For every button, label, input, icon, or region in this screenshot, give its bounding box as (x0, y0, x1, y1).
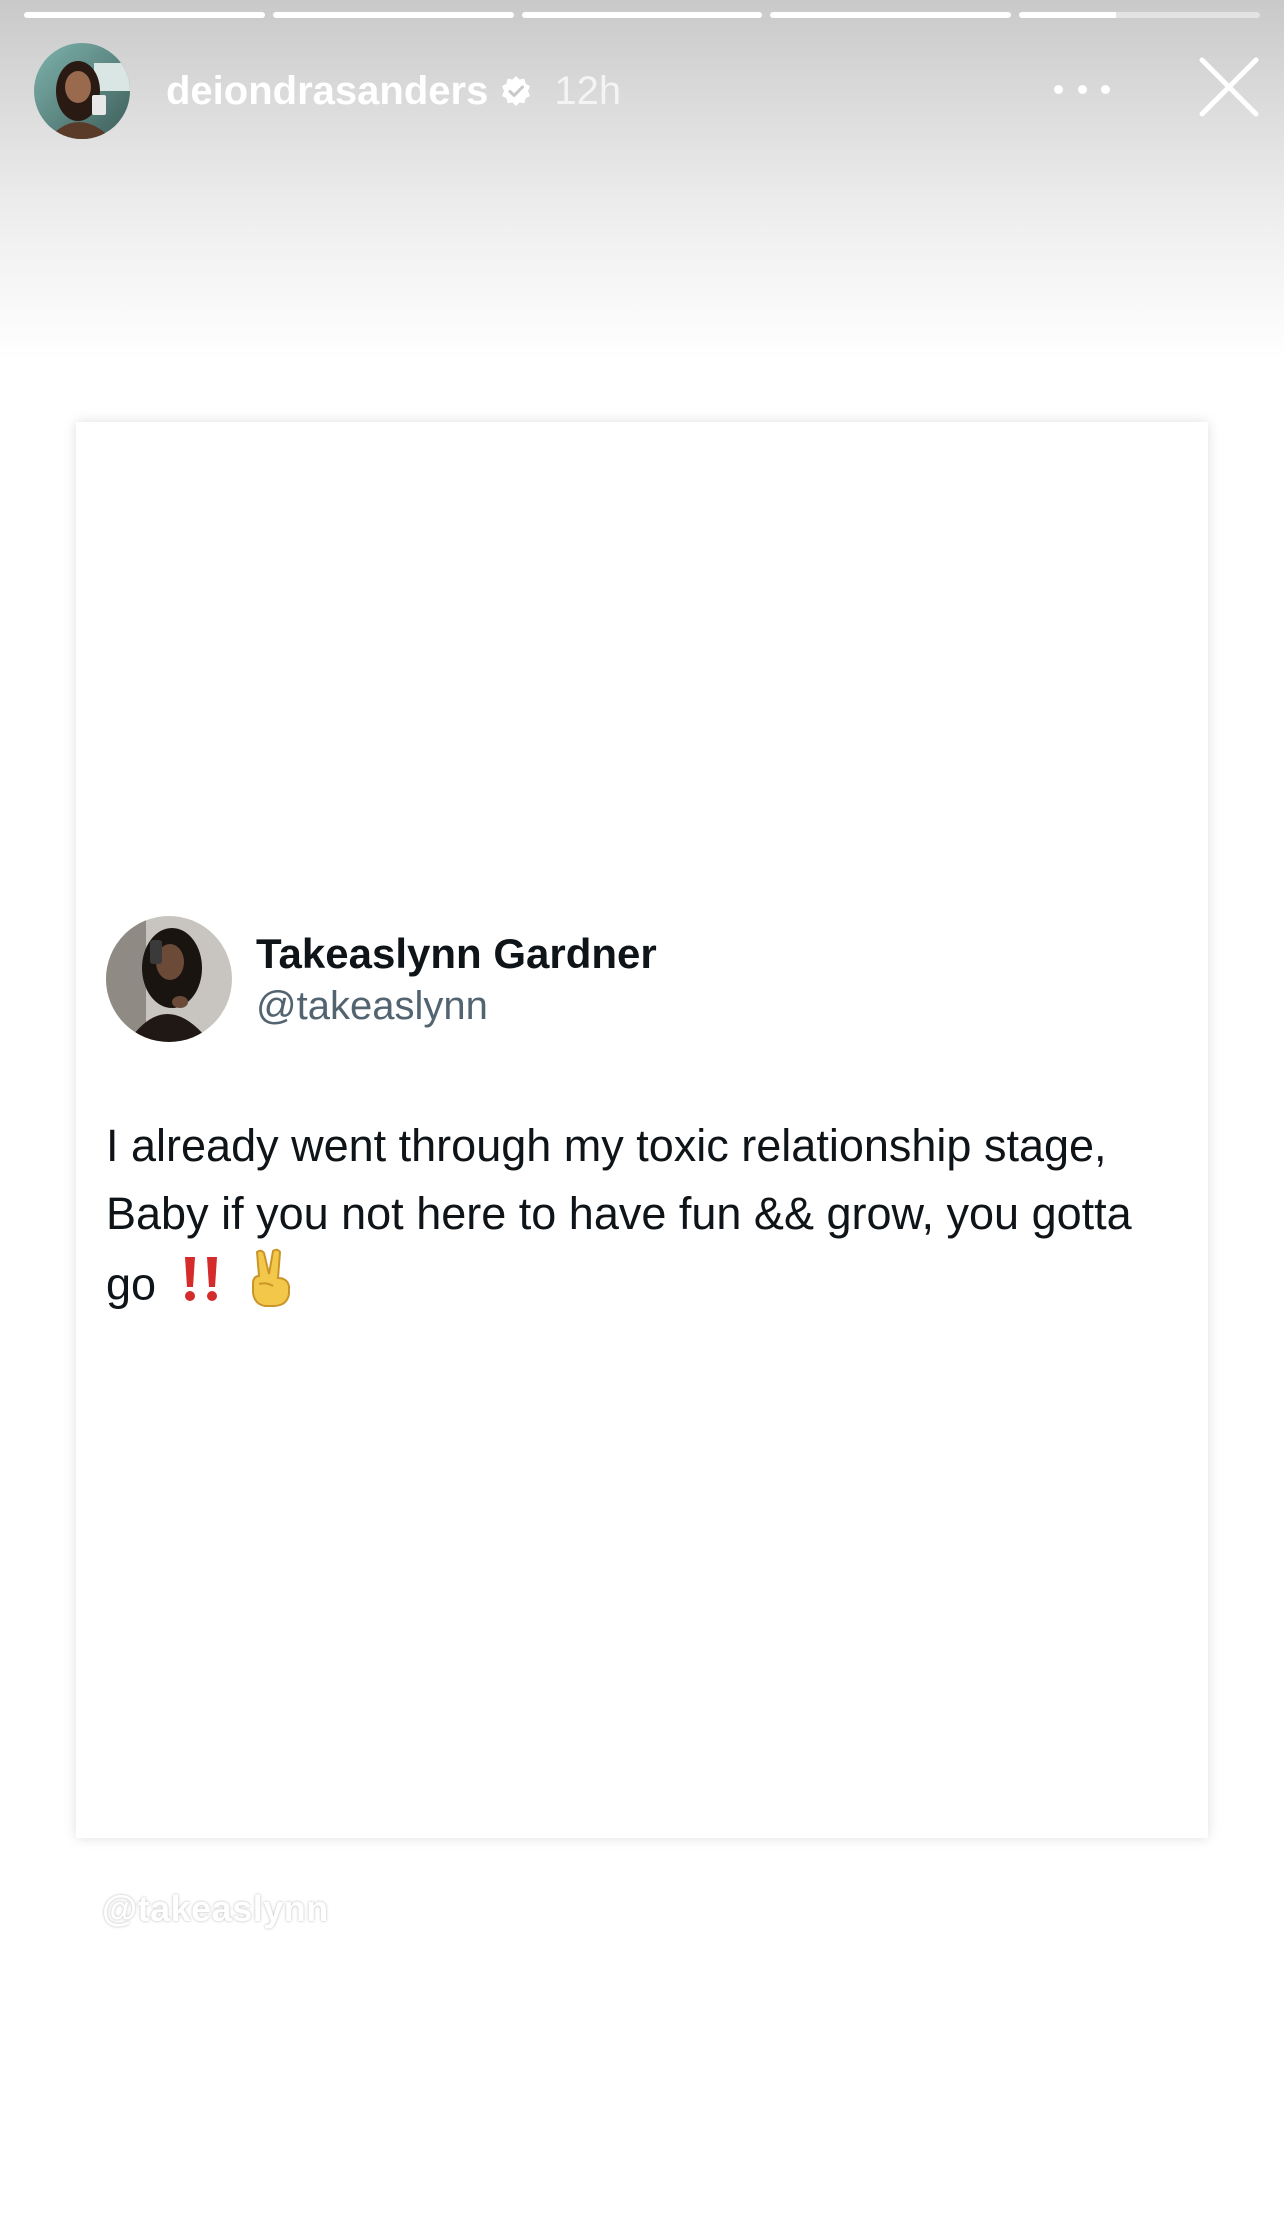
tweet-author: Takeaslynn Gardner @takeaslynn (106, 916, 657, 1042)
progress-segment (1019, 12, 1260, 18)
progress-segment (272, 12, 514, 18)
tweet-names: Takeaslynn Gardner @takeaslynn (256, 927, 657, 1031)
verified-badge-icon (500, 75, 532, 107)
story-viewer[interactable]: deiondrasanders 12h Takeaslynn Gardner @… (0, 0, 1284, 2229)
more-horizontal-icon (1054, 84, 1063, 94)
username[interactable]: deiondrasanders (166, 69, 488, 114)
post-time: 12h (554, 68, 622, 113)
more-options-button[interactable] (1054, 74, 1110, 104)
mention-sticker[interactable]: @takeaslynn (102, 1888, 329, 1930)
tweet-avatar (106, 916, 232, 1042)
display-name: Takeaslynn Gardner (256, 930, 657, 977)
double-exclamation-icon (179, 1253, 225, 1322)
tweet-card: Takeaslynn Gardner @takeaslynn I already… (76, 422, 1208, 1838)
story-header: deiondrasanders 12h (34, 42, 1260, 140)
progress-segment (770, 12, 1012, 18)
close-icon (1199, 57, 1259, 117)
progress-segment (521, 12, 763, 18)
handle: @takeaslynn (256, 984, 488, 1028)
progress-segment (24, 12, 265, 18)
close-button[interactable] (1198, 56, 1260, 118)
story-progress-bar (24, 12, 1260, 18)
avatar[interactable] (34, 43, 130, 139)
victory-hand-icon (247, 1248, 295, 1327)
tweet-text: I already went through my toxic relation… (106, 1112, 1186, 1327)
